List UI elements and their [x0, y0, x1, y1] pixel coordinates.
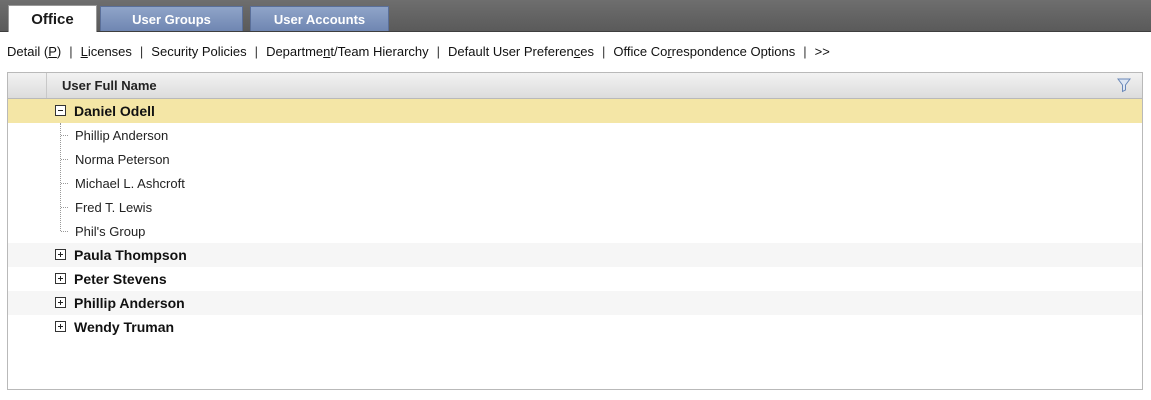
tree-row-label: Wendy Truman [74, 319, 175, 335]
expander-plus-bar [60, 300, 61, 305]
tree-row-0[interactable]: Daniel Odell [8, 99, 1142, 123]
expand-icon[interactable] [55, 321, 66, 332]
tree-branch-line [61, 135, 68, 136]
tree-child-label: Fred T. Lewis [75, 200, 153, 215]
expand-icon[interactable] [55, 249, 66, 260]
subnav-separator: | [803, 44, 807, 59]
tree-child-label: Phillip Anderson [75, 128, 169, 143]
subnav-link-1[interactable]: Licenses [81, 44, 132, 59]
subnav-separator: | [436, 44, 441, 59]
tree-row-2[interactable]: Peter Stevens [8, 267, 1142, 291]
grid-header-spacer [8, 73, 47, 98]
tree-child-row[interactable]: Michael L. Ashcroft [8, 171, 1142, 195]
tab-user-groups[interactable]: User Groups [100, 6, 243, 31]
tree-child-label: Michael L. Ashcroft [75, 176, 185, 191]
tab-user-accounts[interactable]: User Accounts [250, 6, 389, 31]
tab-bar: Office User Groups User Accounts [0, 0, 1151, 32]
expander-plus-bar [60, 324, 61, 329]
subnav-separator: | [601, 44, 606, 59]
user-grid: User Full Name Daniel Odell Phillip Ander… [7, 72, 1143, 390]
tree-branch-line [61, 231, 68, 232]
subnav-separator: | [254, 44, 259, 59]
tree-child-label: Phil's Group [75, 224, 146, 239]
tree-child-row[interactable]: Norma Peterson [8, 147, 1142, 171]
subnav-separator: | [139, 44, 144, 59]
tree-child-row[interactable]: Phil's Group [8, 219, 1142, 243]
expander-minus-bar [58, 110, 63, 111]
sub-navigation-links: Detail (P) | Licenses | Security Policies | De… [7, 44, 830, 59]
expander-plus-bar [60, 252, 61, 257]
subnav-link-2[interactable]: Security Policies [151, 44, 246, 59]
tree-branch-line [61, 207, 68, 208]
subnav-link-0[interactable]: Detail (P) [7, 44, 61, 59]
tree-child-label: Norma Peterson [75, 152, 170, 167]
filter-icon[interactable] [1116, 77, 1132, 93]
subnav-separator: | [69, 44, 73, 59]
tree-row-label: Paula Thompson [74, 247, 187, 263]
tree-branch-line [61, 183, 68, 184]
tree-row-3[interactable]: Phillip Anderson [8, 291, 1142, 315]
tree-row-label: Daniel Odell [74, 103, 155, 119]
subnav-link-5[interactable]: Office Correspondence Options [613, 44, 795, 59]
subnav-link-6[interactable]: >> [815, 44, 830, 59]
tree-row-label: Phillip Anderson [74, 295, 185, 311]
expander-plus-bar [60, 276, 61, 281]
tree-child-row[interactable]: Fred T. Lewis [8, 195, 1142, 219]
expand-icon[interactable] [55, 273, 66, 284]
subnav-link-4[interactable]: Default User Preferences [448, 44, 594, 59]
grid-header: User Full Name [8, 73, 1142, 99]
tree-child-row[interactable]: Phillip Anderson [8, 123, 1142, 147]
column-header-user-full-name[interactable]: User Full Name [62, 78, 157, 93]
tree-row-label: Peter Stevens [74, 271, 167, 287]
tree-row-1[interactable]: Paula Thompson [8, 243, 1142, 267]
tab-office[interactable]: Office [8, 5, 97, 32]
collapse-icon[interactable] [55, 105, 66, 116]
tree-branch-line [61, 159, 68, 160]
expand-icon[interactable] [55, 297, 66, 308]
sub-navigation: Detail (P) | Licenses | Security Policies | De… [0, 32, 1151, 72]
subnav-link-3[interactable]: Department/Team Hierarchy [266, 44, 429, 59]
tree-row-4[interactable]: Wendy Truman [8, 315, 1142, 339]
